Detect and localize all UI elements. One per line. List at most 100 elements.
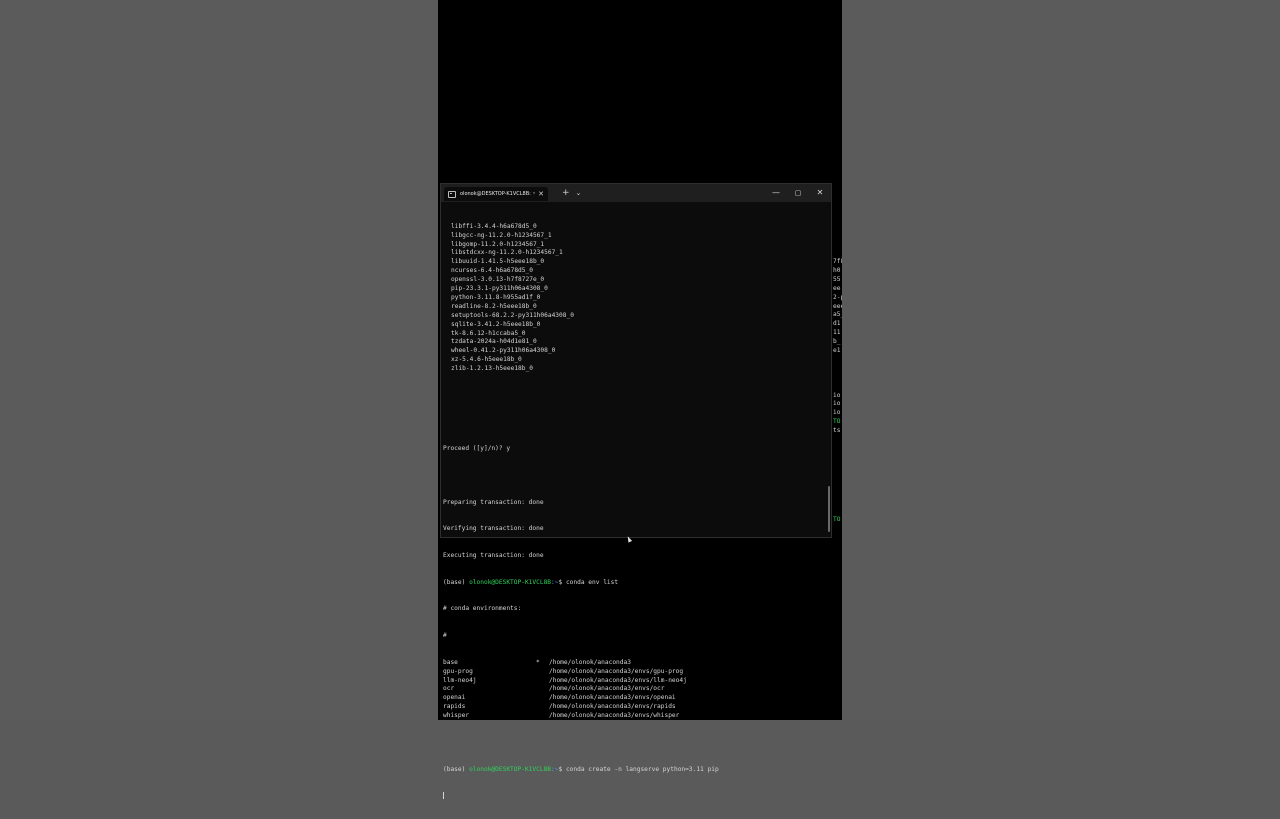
package-line: libstdcxx-ng-11.2.0-h1234567_1 (451, 249, 563, 257)
sliver-gap (832, 498, 842, 507)
package-line: pip-23.3.1-py311h06a4308_0 (451, 285, 548, 293)
prompt-line: (base) olonok@DESKTOP-K1VCL8B:~$ conda c… (443, 766, 829, 775)
sliver-fragment: h0 (833, 266, 841, 274)
package-line: openssl-3.0.13-h7f8727e_0 (451, 276, 545, 284)
env-path: /home/olonok/anaconda3/envs/rapids (549, 703, 676, 711)
command-text: conda env list (565, 578, 619, 586)
sliver-fragment: e1 (833, 347, 841, 355)
sliver-gap (832, 356, 842, 365)
prompt-user: olonok@DESKTOP-K1VCL8B (469, 765, 552, 773)
package-line: libuuid-1.41.5-h5eee18b_0 (451, 258, 545, 266)
package-line: python-3.11.8-h955ad1f_0 (451, 293, 541, 301)
scrollbar[interactable] (828, 486, 830, 532)
package-line: xz-5.4.6-h5eee18b_0 (451, 356, 522, 364)
sliver-fragment: 7f8 (833, 258, 842, 265)
sliver-fragment: eee (833, 302, 842, 310)
chevron-down-icon[interactable]: ⌄ (576, 189, 582, 197)
close-button[interactable]: ✕ (809, 185, 831, 201)
env-name: openai (443, 694, 466, 702)
env-active-marker: * (536, 658, 540, 666)
env-row: gpu-prog/home/olonok/anaconda3/envs/gpu-… (443, 668, 829, 677)
sliver-gap (832, 383, 842, 392)
sliver-fragment: io (833, 409, 841, 417)
sliver-fragment: io (833, 391, 841, 399)
sliver-fragment: 11 (833, 329, 841, 337)
env-path: /home/olonok/anaconda3/envs/llm-neo4j (549, 676, 687, 684)
sliver-gap (832, 374, 842, 383)
package-line: ncurses-6.4-h6a678d5_0 (451, 267, 533, 275)
package-line: tk-8.6.12-h1ccaba5_0 (451, 329, 526, 337)
env-row: openai/home/olonok/anaconda3/envs/openai (443, 694, 829, 703)
package-list: libffi-3.4.4-h6a678d5_0 libgcc-ng-11.2.0-… (443, 223, 829, 374)
sliver-gap (832, 436, 842, 445)
sliver-fragment: 2-p (833, 293, 842, 301)
prompt-line: (base) olonok@DESKTOP-K1VCL8B:~$ conda e… (443, 579, 829, 588)
proceed-line: Proceed ([y]/n)? y (443, 445, 511, 453)
env-header: # conda environments: (443, 605, 522, 613)
sliver-fragment: io (833, 400, 841, 408)
title-bar[interactable]: olonok@DESKTOP-K1VCL8B: ~ ✕ + ⌄ — ▢ ✕ (441, 184, 831, 202)
env-row: llm-neo4j/home/olonok/anaconda3/envs/llm… (443, 677, 829, 686)
sliver-gap (832, 489, 842, 498)
minimize-button[interactable]: — (765, 185, 787, 201)
prompt-env: (base) (443, 765, 470, 773)
text-cursor (443, 792, 444, 800)
env-row: base * /home/olonok/anaconda3 (443, 659, 829, 668)
package-line: libgomp-11.2.0-h1234567_1 (451, 240, 545, 248)
sliver-gap (832, 481, 842, 490)
env-path: /home/olonok/anaconda3/envs/openai (549, 694, 676, 702)
package-line: readline-8.2-h5eee18b_0 (451, 302, 537, 310)
prompt-path: :~ (551, 765, 559, 773)
sliver-fragment: TO (833, 516, 841, 524)
env-path: /home/olonok/anaconda3 (549, 658, 631, 666)
env-name: rapids (443, 703, 466, 711)
letterbox-right (842, 0, 1280, 720)
terminal-tab[interactable]: olonok@DESKTOP-K1VCL8B: ~ ✕ (444, 187, 548, 201)
package-line: sqlite-3.41.2-h5eee18b_0 (451, 320, 541, 328)
package-line: wheel-0.41.2-py311h06a4308_0 (451, 347, 556, 355)
package-line: libgcc-ng-11.2.0-h1234567_1 (451, 231, 552, 239)
sliver-fragment: ts (833, 427, 841, 435)
command-text: conda create -n langserve python=3.11 pi… (565, 765, 719, 773)
prompt-env: (base) (443, 578, 470, 586)
sliver-fragment: 55 (833, 275, 841, 283)
sliver-gap (832, 365, 842, 374)
sliver-fragments: 7f8h055ee2-peeea5_d111b_e1 (832, 258, 842, 356)
env-path: /home/olonok/anaconda3/envs/gpu-prog (549, 667, 684, 675)
verifying-line: Verifying transaction: done (443, 525, 544, 533)
sliver-gap (832, 454, 842, 463)
maximize-button[interactable]: ▢ (787, 185, 809, 201)
sliver-gap (832, 472, 842, 481)
prompt-dollar: $ (558, 578, 566, 586)
sliver-fragment: ee (833, 284, 841, 292)
sliver-gap (832, 507, 842, 516)
env-path: /home/olonok/anaconda3/envs/whisper (549, 712, 680, 720)
env-name: llm-neo4j (443, 676, 477, 684)
sliver-fragment: b_ (833, 338, 841, 346)
executing-line: Executing transaction: done (443, 551, 544, 559)
env-row: ocr/home/olonok/anaconda3/envs/ocr (443, 685, 829, 694)
input-line[interactable] (443, 792, 829, 801)
tab-close-icon[interactable]: ✕ (538, 190, 544, 198)
sliver-gap (832, 445, 842, 454)
terminal-icon (448, 190, 456, 198)
new-tab-button[interactable]: + (562, 188, 570, 198)
env-list: base * /home/olonok/anaconda3 gpu-prog/home… (443, 659, 829, 721)
package-line: tzdata-2024a-h04d1e81_0 (451, 338, 537, 346)
sliver-fragment: TO (833, 418, 841, 426)
sliver-fragment: d1 (833, 320, 841, 328)
letterbox-left (0, 0, 438, 720)
env-name: base (443, 658, 458, 666)
package-line: setuptools-68.2.2-py311h06a4308_0 (451, 311, 574, 319)
package-line: zlib-1.2.13-h5eee18b_0 (451, 365, 533, 373)
prompt-user: olonok@DESKTOP-K1VCL8B (469, 578, 552, 586)
sliver-fragment: a5_ (833, 311, 842, 319)
terminal-output[interactable]: libffi-3.4.4-h6a678d5_0 libgcc-ng-11.2.0-… (443, 205, 829, 800)
terminal-window[interactable]: olonok@DESKTOP-K1VCL8B: ~ ✕ + ⌄ — ▢ ✕ li… (440, 183, 832, 800)
window-controls: — ▢ ✕ (765, 185, 831, 201)
env-path: /home/olonok/anaconda3/envs/ocr (549, 685, 665, 693)
